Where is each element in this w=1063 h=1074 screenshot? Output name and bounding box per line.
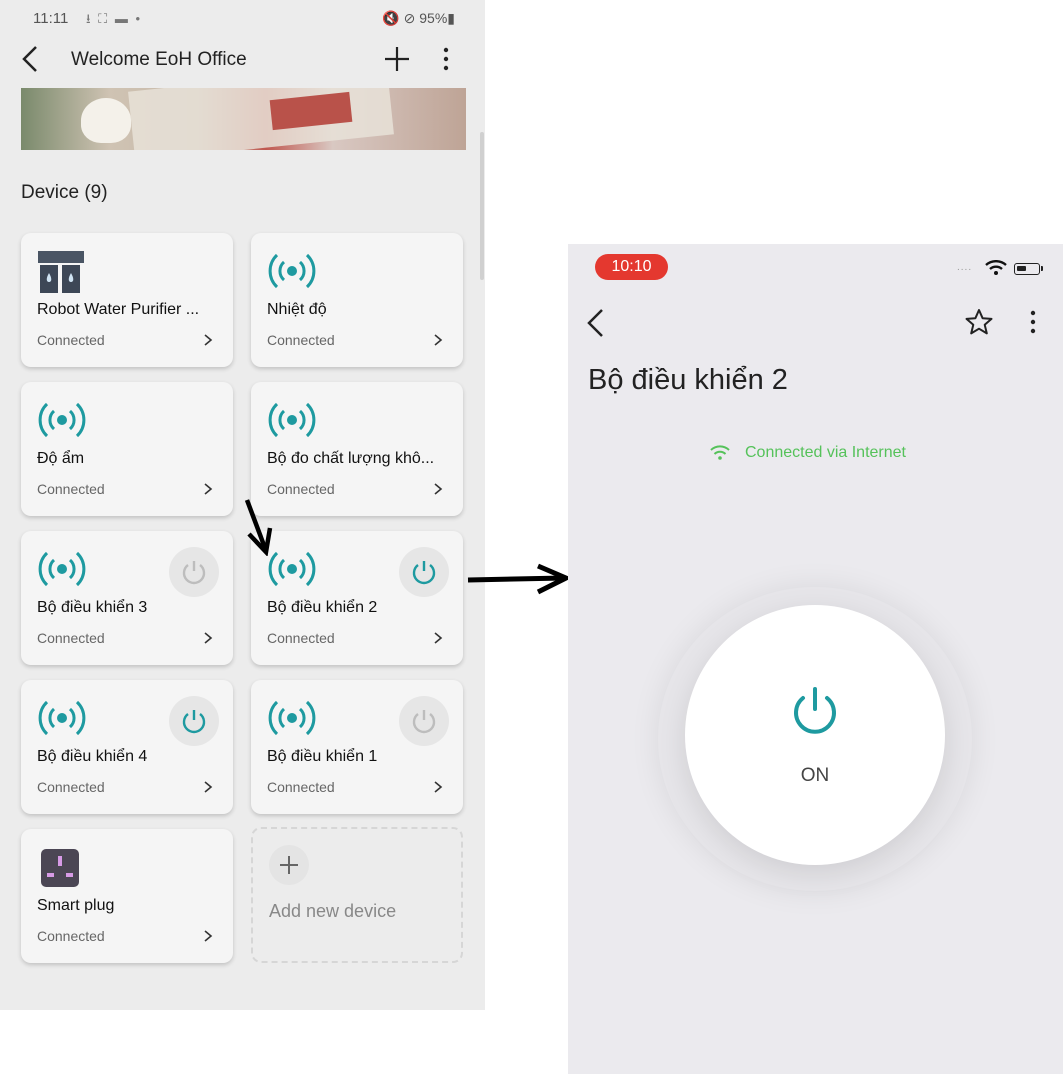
kebab-menu-icon	[1030, 310, 1036, 334]
device-name: Nhiệt độ	[267, 301, 327, 318]
device-name: Robot Water Purifier ...	[37, 301, 200, 318]
chevron-right-icon	[434, 334, 443, 346]
add-circle	[269, 845, 309, 885]
chevron-right-icon	[204, 632, 213, 644]
power-icon	[182, 561, 206, 585]
device-detail-screen: 10:10 .... Bộ điều khiển 2 Connected via…	[568, 244, 1063, 1074]
back-arrow-icon	[587, 309, 603, 337]
chevron-right-icon	[204, 334, 213, 346]
star-icon	[965, 309, 993, 335]
device-card[interactable]: Robot Water Purifier ... Connected	[21, 233, 233, 367]
kebab-menu-icon	[443, 47, 449, 71]
device-name: Bộ điều khiển 4	[37, 748, 148, 765]
device-status: Connected	[37, 630, 105, 646]
banner-flower-shape	[81, 98, 131, 143]
device-status: Connected	[37, 481, 105, 497]
water-purifier-icon	[35, 251, 89, 293]
device-title: Bộ điều khiển 2	[588, 364, 788, 396]
signal-broadcast-icon	[38, 551, 86, 587]
annotation-arrow-down-icon	[244, 499, 273, 556]
page-title: Welcome EoH Office	[71, 49, 247, 70]
status-time-pill: 10:10	[595, 254, 668, 280]
battery-icon	[1014, 263, 1043, 275]
power-toggle-main-button[interactable]: ON	[685, 605, 945, 865]
device-name: Độ ẩm	[37, 450, 85, 467]
power-toggle-button[interactable]	[399, 696, 449, 746]
device-section-title: Device (9)	[21, 182, 108, 203]
device-card[interactable]: Bộ điều khiển 1 Connected	[251, 680, 463, 814]
back-button[interactable]	[18, 44, 44, 74]
power-icon	[412, 561, 436, 585]
app-bar: Welcome EoH Office	[0, 36, 485, 86]
device-card[interactable]: Bộ điều khiển 4 Connected	[21, 680, 233, 814]
power-icon	[182, 710, 206, 734]
status-time: 11:11	[33, 10, 69, 27]
signal-dots-icon: ....	[957, 262, 973, 273]
plus-icon	[280, 856, 298, 874]
scrollbar[interactable]	[480, 132, 484, 280]
power-toggle-button[interactable]	[399, 547, 449, 597]
chevron-right-icon	[434, 483, 443, 495]
banner-newspaper-shape	[128, 88, 394, 150]
chevron-right-icon	[204, 930, 213, 942]
device-name: Smart plug	[37, 897, 115, 914]
wifi-connected-icon	[710, 445, 730, 460]
plus-icon	[385, 47, 409, 71]
device-card[interactable]: Bộ đo chất lượng khô... Connected	[251, 382, 463, 516]
back-arrow-icon	[22, 46, 37, 72]
annotation-arrow-right-icon	[467, 563, 572, 595]
power-state-label: ON	[800, 765, 830, 786]
smart-plug-icon	[35, 847, 89, 887]
device-name: Bộ đo chất lượng khô...	[267, 450, 435, 467]
chevron-right-icon	[204, 781, 213, 793]
unit-banner-image	[21, 88, 466, 150]
signal-broadcast-icon	[38, 700, 86, 736]
device-status: Connected	[267, 332, 335, 348]
chevron-right-icon	[204, 483, 213, 495]
device-status: Connected	[267, 481, 335, 497]
device-status: Connected	[37, 928, 105, 944]
device-status: Connected	[267, 779, 335, 795]
signal-broadcast-icon	[268, 253, 316, 289]
device-status: Connected	[37, 332, 105, 348]
status-system-icons: 🔇 ⊘ 95%▮	[382, 10, 455, 26]
connection-status-text: Connected via Internet	[745, 444, 906, 461]
power-icon	[794, 687, 836, 734]
device-status: Connected	[37, 779, 105, 795]
device-card[interactable]: Smart plug Connected	[21, 829, 233, 963]
device-card[interactable]: Bộ điều khiển 3 Connected	[21, 531, 233, 665]
status-notification-icons: ⭳ ⛶ ▬ •	[86, 11, 143, 26]
chevron-right-icon	[434, 781, 443, 793]
status-bar: 11:11 ⭳ ⛶ ▬ • 🔇 ⊘ 95%▮	[0, 0, 485, 36]
signal-broadcast-icon	[38, 402, 86, 438]
power-toggle-button[interactable]	[169, 547, 219, 597]
signal-broadcast-icon	[268, 700, 316, 736]
add-button[interactable]	[382, 44, 412, 74]
chevron-right-icon	[434, 632, 443, 644]
device-name: Bộ điều khiển 3	[37, 599, 148, 616]
device-card[interactable]: Độ ẩm Connected	[21, 382, 233, 516]
add-new-device-label: Add new device	[269, 901, 397, 921]
device-card[interactable]: Nhiệt độ Connected	[251, 233, 463, 367]
power-toggle-button[interactable]	[169, 696, 219, 746]
device-name: Bộ điều khiển 1	[267, 748, 378, 765]
device-card[interactable]: Bộ điều khiển 2 Connected	[251, 531, 463, 665]
device-status: Connected	[267, 630, 335, 646]
power-icon	[412, 710, 436, 734]
add-new-device-button[interactable]: Add new device	[251, 827, 463, 963]
wifi-icon	[985, 260, 1007, 275]
favorite-button[interactable]	[964, 307, 994, 337]
signal-broadcast-icon	[268, 402, 316, 438]
back-button[interactable]	[584, 306, 608, 340]
more-options-button[interactable]	[1023, 306, 1043, 338]
device-name: Bộ điều khiển 2	[267, 599, 378, 616]
more-options-button[interactable]	[436, 44, 456, 74]
